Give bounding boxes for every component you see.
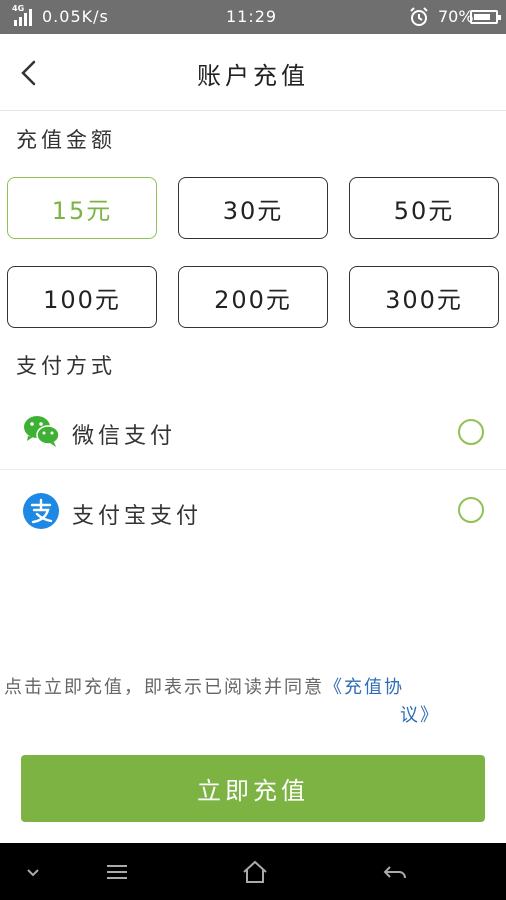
page-title: 账户充值 bbox=[197, 62, 309, 90]
chevron-down-icon[interactable] bbox=[18, 857, 48, 887]
amount-option-100[interactable]: 100元 bbox=[7, 266, 157, 328]
system-nav-bar bbox=[0, 843, 506, 900]
agreement-prefix: 点击立即充值，即表示已阅读并同意 bbox=[4, 677, 324, 698]
payment-label-alipay: 支付宝支付 bbox=[72, 504, 203, 529]
header: 账户充值 bbox=[0, 34, 506, 111]
menu-icon[interactable] bbox=[102, 857, 132, 887]
wechat-icon bbox=[24, 416, 60, 447]
clock: 11:29 bbox=[226, 7, 278, 26]
back-arrow-icon[interactable] bbox=[380, 857, 410, 887]
agreement-link[interactable]: 《充值协 bbox=[324, 677, 404, 698]
amount-option-300[interactable]: 300元 bbox=[349, 266, 499, 328]
amount-option-15[interactable]: 15元 bbox=[7, 177, 157, 239]
alipay-icon bbox=[23, 493, 59, 529]
recharge-button[interactable]: 立即充值 bbox=[21, 755, 485, 822]
amount-option-30[interactable]: 30元 bbox=[178, 177, 328, 239]
payment-option-alipay[interactable]: 支付宝支付 bbox=[0, 470, 506, 548]
battery-percentage: 70% bbox=[438, 7, 474, 26]
amount-section-label: 充值金额 bbox=[16, 128, 116, 152]
signal-icon bbox=[14, 9, 32, 26]
home-icon[interactable] bbox=[240, 857, 270, 887]
payment-section-label: 支付方式 bbox=[16, 354, 116, 378]
amount-option-50[interactable]: 50元 bbox=[349, 177, 499, 239]
radio-wechat[interactable] bbox=[458, 419, 484, 445]
agreement-link-continued[interactable]: 议》 bbox=[400, 702, 440, 730]
alarm-icon bbox=[410, 7, 428, 26]
agreement-text: 点击立即充值，即表示已阅读并同意《充值协 议》 bbox=[4, 674, 504, 726]
payment-option-wechat[interactable]: 微信支付 bbox=[0, 392, 506, 470]
battery-icon bbox=[470, 10, 501, 24]
payment-label-wechat: 微信支付 bbox=[72, 424, 177, 449]
status-bar: 4G 0.05K/s 11:29 70% bbox=[0, 0, 506, 34]
network-speed: 0.05K/s bbox=[42, 7, 109, 26]
radio-alipay[interactable] bbox=[458, 497, 484, 523]
amount-option-200[interactable]: 200元 bbox=[178, 266, 328, 328]
